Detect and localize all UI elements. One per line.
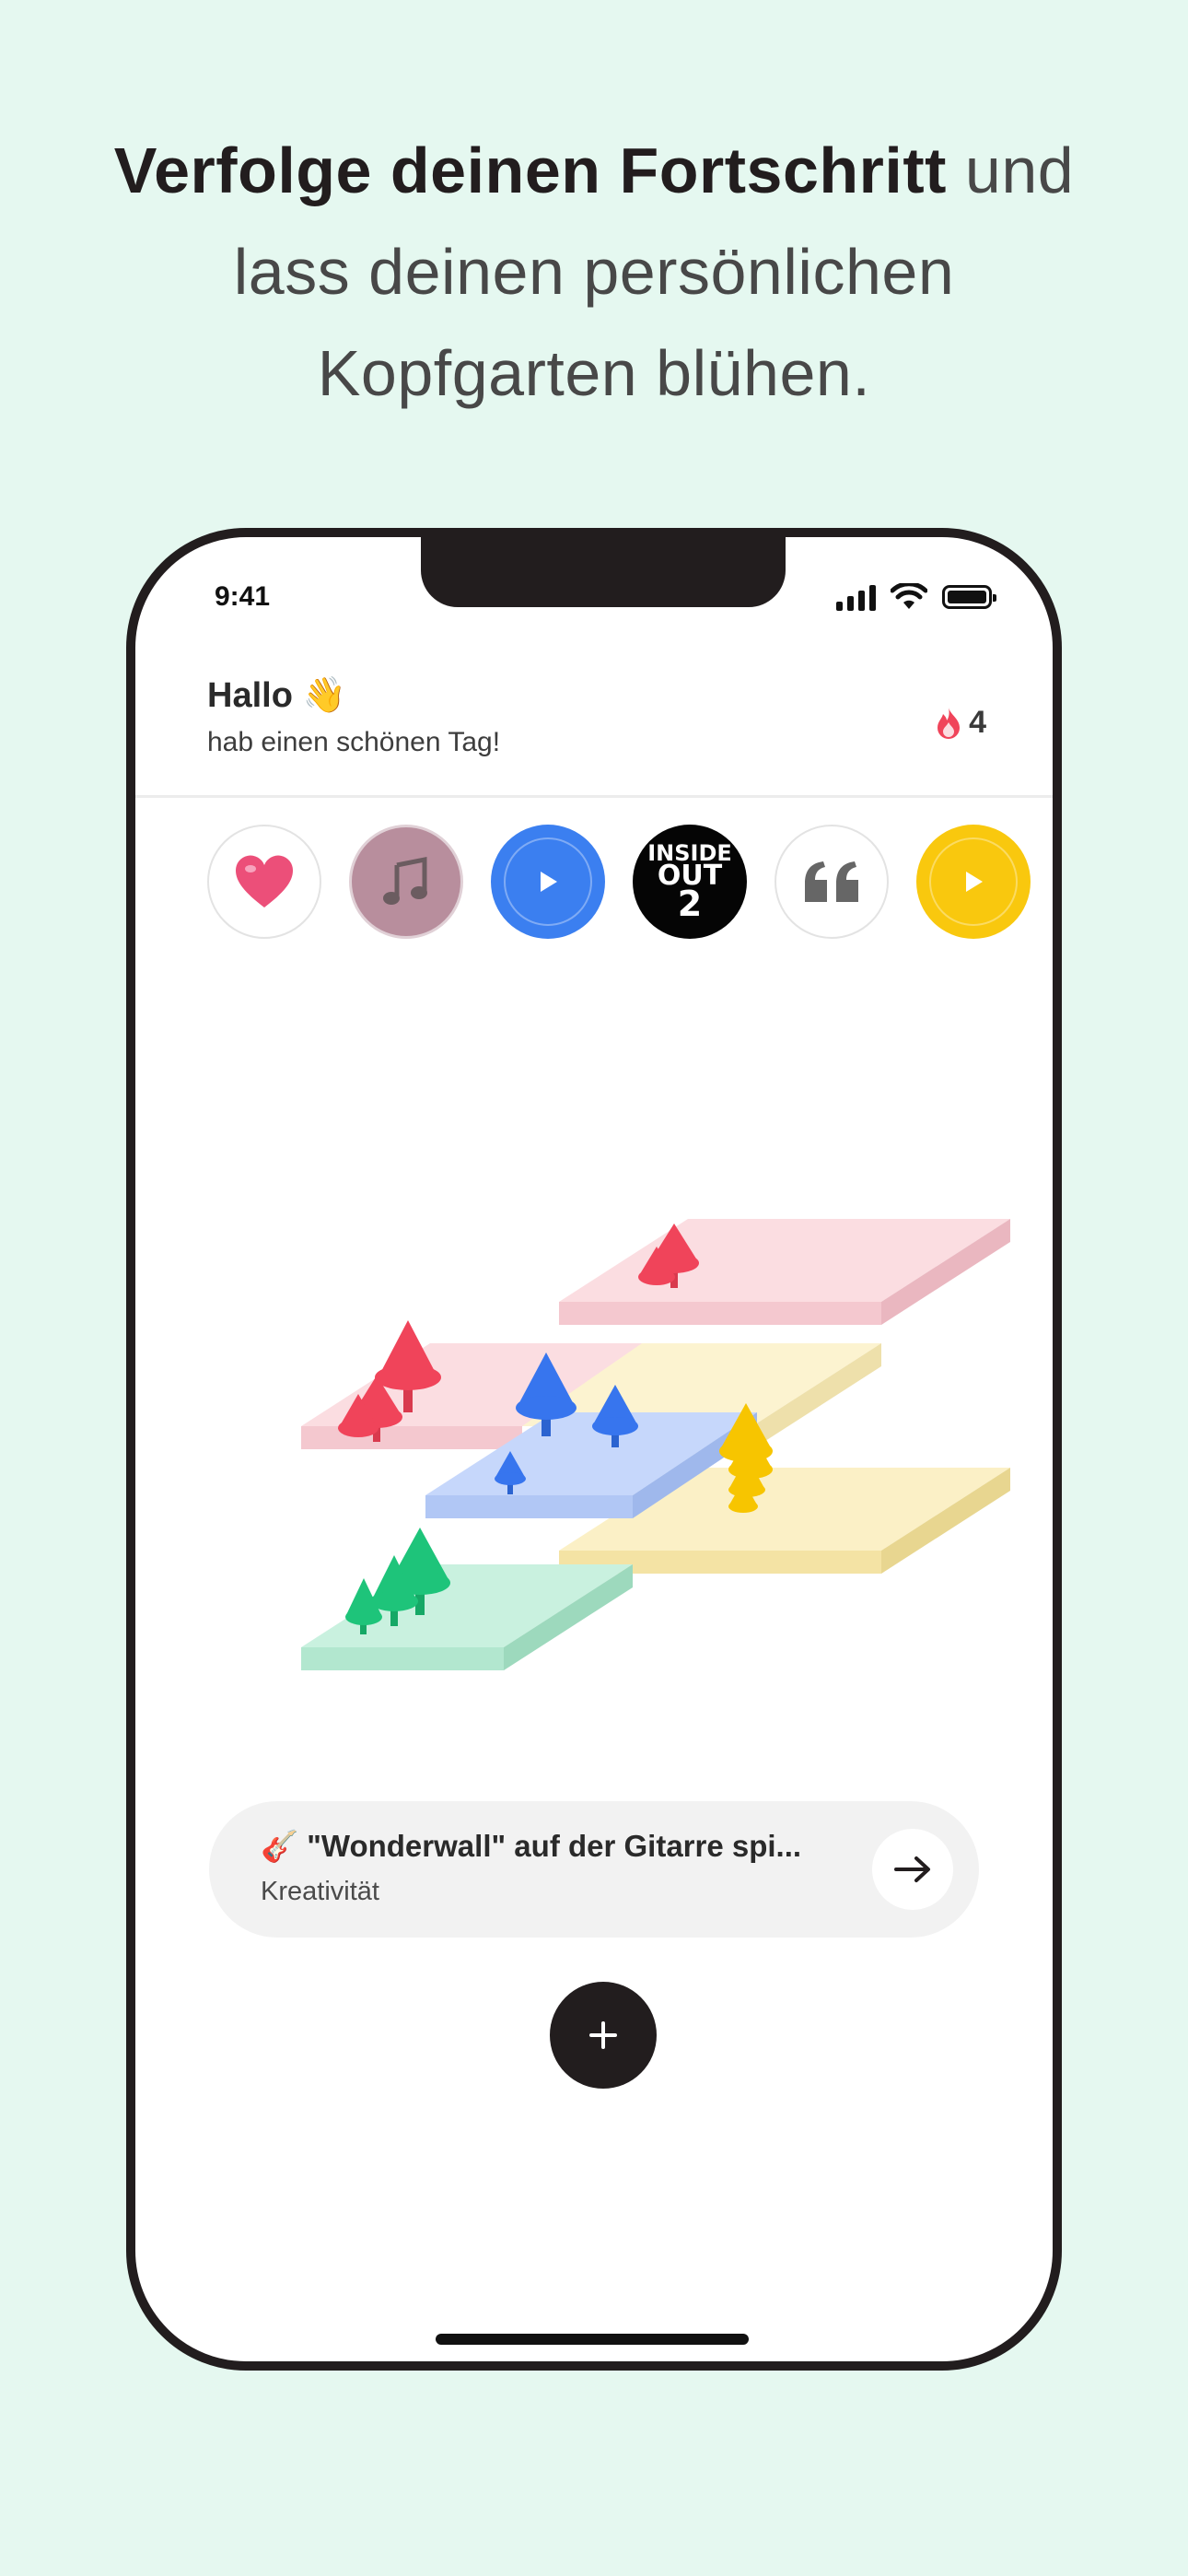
- status-time: 9:41: [215, 581, 271, 612]
- headline-bold: Verfolge deinen Fortschritt: [113, 135, 947, 206]
- phone-frame: 9:41 Hallo 👋 hab einen schönen Tag! 4 IN…: [126, 528, 1062, 2371]
- music-note-icon: [383, 856, 427, 905]
- task-category: Kreativität: [261, 1877, 379, 1906]
- garden-illustration[interactable]: [135, 1108, 1062, 1827]
- wifi-icon: [891, 583, 927, 609]
- play-icon: [541, 872, 557, 892]
- headline-rest: und: [946, 135, 1075, 206]
- story-video-blue[interactable]: [491, 825, 605, 939]
- waving-hand-icon: 👋: [302, 676, 346, 715]
- task-title-text: "Wonderwall" auf der Gitarre spi...: [307, 1829, 802, 1863]
- header-divider: [135, 795, 1053, 798]
- stories-row: INSIDE OUT 2: [207, 825, 1031, 939]
- story-heart[interactable]: [207, 825, 321, 939]
- story-quote[interactable]: [775, 825, 889, 939]
- garden-tile-pink: [559, 1219, 1010, 1325]
- quote-icon: [805, 861, 858, 902]
- headline-line3: Kopfgarten blühen.: [317, 337, 871, 409]
- streak-count: 4: [969, 705, 986, 740]
- home-indicator[interactable]: [436, 2334, 749, 2345]
- play-icon: [966, 872, 983, 892]
- add-button[interactable]: [550, 1982, 657, 2089]
- greeting-subtitle: hab einen schönen Tag!: [207, 727, 501, 757]
- flame-icon: [938, 707, 961, 739]
- story-video-yellow[interactable]: [916, 825, 1031, 939]
- movie-label-line3: 2: [677, 884, 703, 925]
- cellular-signal-icon: [836, 583, 876, 611]
- headline-line2: lass deinen persönlichen: [233, 236, 955, 308]
- play-ring: [504, 837, 592, 926]
- heart-icon: [235, 855, 294, 907]
- headline: Verfolge deinen Fortschritt und lass dei…: [0, 120, 1188, 424]
- story-movie-inside-out-2[interactable]: INSIDE OUT 2: [633, 825, 747, 939]
- play-ring: [929, 837, 1018, 926]
- arrow-right-icon: [894, 1856, 930, 1882]
- battery-icon: [942, 585, 996, 609]
- streak-badge[interactable]: 4: [934, 705, 986, 741]
- current-task-card[interactable]: 🎸 "Wonderwall" auf der Gitarre spi... Kr…: [209, 1801, 979, 1938]
- greeting-text: Hallo: [207, 676, 293, 715]
- greeting-title: Hallo 👋: [207, 675, 500, 716]
- task-open-button[interactable]: [872, 1829, 953, 1910]
- task-title: 🎸 "Wonderwall" auf der Gitarre spi...: [261, 1829, 801, 1865]
- guitar-icon: 🎸: [261, 1829, 299, 1863]
- greeting: Hallo 👋 hab einen schönen Tag!: [207, 675, 500, 758]
- phone-notch: [421, 537, 786, 607]
- plus-icon: [589, 2021, 617, 2049]
- status-icons: [836, 581, 996, 613]
- story-music[interactable]: [349, 825, 463, 939]
